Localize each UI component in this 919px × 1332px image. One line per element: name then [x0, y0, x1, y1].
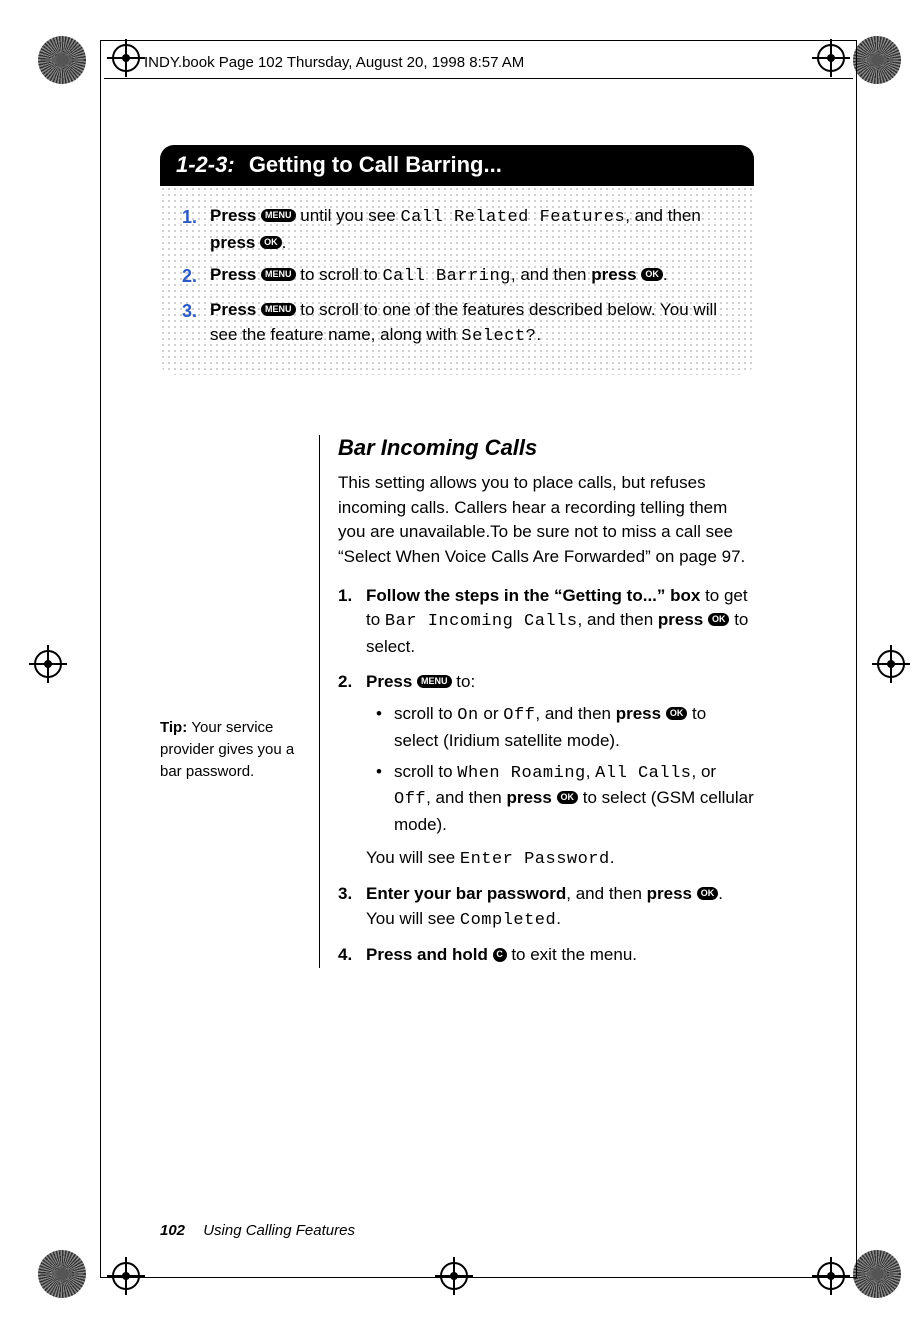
ok-key-icon: OK: [697, 887, 719, 900]
main-step: 4. Press and hold C to exit the menu.: [338, 943, 754, 968]
text-run: Press and hold: [366, 945, 493, 964]
text-run: , and then: [625, 206, 701, 225]
text-run: Press: [366, 672, 417, 691]
text-run: You will see: [366, 848, 460, 867]
ok-key-icon: OK: [666, 707, 688, 720]
menu-key-icon: MENU: [261, 268, 296, 281]
text-run: Enter Password: [460, 850, 610, 869]
text-run: .: [610, 848, 615, 867]
menu-key-icon: MENU: [261, 209, 296, 222]
section-intro: This setting allows you to place calls, …: [338, 471, 754, 570]
text-run: or: [479, 704, 504, 723]
text-run: , and then: [535, 704, 615, 723]
text-run: All Calls: [595, 764, 691, 783]
text-run: ,: [586, 762, 595, 781]
text-run: Select?: [461, 327, 536, 346]
step-number: 1.: [182, 204, 197, 230]
text-run: Press: [210, 206, 261, 225]
text-run: When Roaming: [457, 764, 585, 783]
text-run: , and then: [426, 788, 506, 807]
text-run: , and then: [566, 884, 646, 903]
menu-key-icon: MENU: [417, 675, 452, 688]
step-tail: You will see Enter Password.: [366, 846, 754, 873]
main-step: 1. Follow the steps in the “Getting to...…: [338, 584, 754, 660]
footer-section: Using Calling Features: [203, 1222, 355, 1239]
rosette-icon: [38, 36, 86, 84]
text-run: Off: [394, 790, 426, 809]
text-run: Enter your bar password: [366, 884, 566, 903]
menu-key-icon: MENU: [261, 303, 296, 316]
box-step: 1. Press MENU until you see Call Related …: [182, 204, 732, 255]
text-run: to:: [452, 672, 476, 691]
text-run: Bar Incoming Calls: [385, 612, 578, 631]
sub-bullet: scroll to On or Off, and then press OK t…: [376, 702, 754, 753]
step-number: 2.: [182, 263, 197, 289]
text-run: to exit the menu.: [507, 945, 637, 964]
text-run: On: [457, 706, 478, 725]
text-run: Follow the steps in the “Getting to...” …: [366, 586, 700, 605]
text-run: press: [210, 233, 260, 252]
ok-key-icon: OK: [641, 268, 663, 281]
text-run: Completed: [460, 911, 556, 930]
text-run: Press: [210, 265, 261, 284]
rosette-icon: [853, 36, 901, 84]
steps-box: 1. Press MENU until you see Call Related …: [160, 186, 754, 375]
text-run: press: [506, 788, 556, 807]
text-run: scroll to: [394, 704, 457, 723]
text-run: , or: [692, 762, 717, 781]
text-run: press: [647, 884, 697, 903]
rosette-icon: [38, 1250, 86, 1298]
step-number: 1.: [338, 584, 352, 609]
rosette-icon: [853, 1250, 901, 1298]
step-number: 3.: [182, 298, 197, 324]
registration-mark-icon: [34, 650, 62, 678]
step-number: 4.: [338, 943, 352, 968]
text-run: press: [616, 704, 666, 723]
heading-lead: 1-2-3:: [176, 152, 235, 177]
ok-key-icon: OK: [260, 236, 282, 249]
text-run: .: [282, 233, 287, 252]
text-run: , and then: [511, 265, 591, 284]
ok-key-icon: OK: [708, 613, 730, 626]
text-run: press: [591, 265, 641, 284]
header-rule: [104, 78, 853, 79]
page-content: 1-2-3: Getting to Call Barring... 1. Pres…: [160, 145, 754, 968]
ok-key-icon: OK: [557, 791, 579, 804]
step-number: 2.: [338, 670, 352, 695]
text-run: Call Related Features: [400, 208, 625, 227]
page-footer: 102 Using Calling Features: [160, 1222, 355, 1239]
text-run: Press: [210, 300, 261, 319]
text-run: .: [663, 265, 668, 284]
sub-bullet: scroll to When Roaming, All Calls, or Of…: [376, 760, 754, 838]
box-step: 3.Press MENU to scroll to one of the fea…: [182, 298, 732, 349]
text-run: scroll to: [394, 762, 457, 781]
text-run: until you see: [296, 206, 401, 225]
step-number: 3.: [338, 882, 352, 907]
text-run: Off: [503, 706, 535, 725]
print-header: INDY.book Page 102 Thursday, August 20, …: [144, 54, 524, 71]
page-number: 102: [160, 1222, 185, 1239]
c-key-icon: C: [493, 948, 507, 962]
text-run: to scroll to: [296, 265, 383, 284]
main-step: 3. Enter your bar password, and then pres…: [338, 882, 754, 933]
text-run: press: [658, 610, 708, 629]
heading-title: Getting to Call Barring...: [249, 152, 502, 177]
text-run: , and then: [578, 610, 658, 629]
section-title: Bar Incoming Calls: [338, 435, 754, 461]
text-run: .: [556, 909, 561, 928]
tip-sidebar: Tip: Your service provider gives you a b…: [160, 435, 320, 968]
main-step: 2.Press MENU to:scroll to On or Off, and…: [338, 670, 754, 872]
steps-heading: 1-2-3: Getting to Call Barring...: [160, 145, 754, 186]
text-run: Call Barring: [382, 267, 510, 286]
text-run: .: [536, 325, 541, 344]
registration-mark-icon: [877, 650, 905, 678]
tip-lead: Tip:: [160, 719, 191, 736]
box-step: 2. Press MENU to scroll to Call Barring, …: [182, 263, 732, 290]
